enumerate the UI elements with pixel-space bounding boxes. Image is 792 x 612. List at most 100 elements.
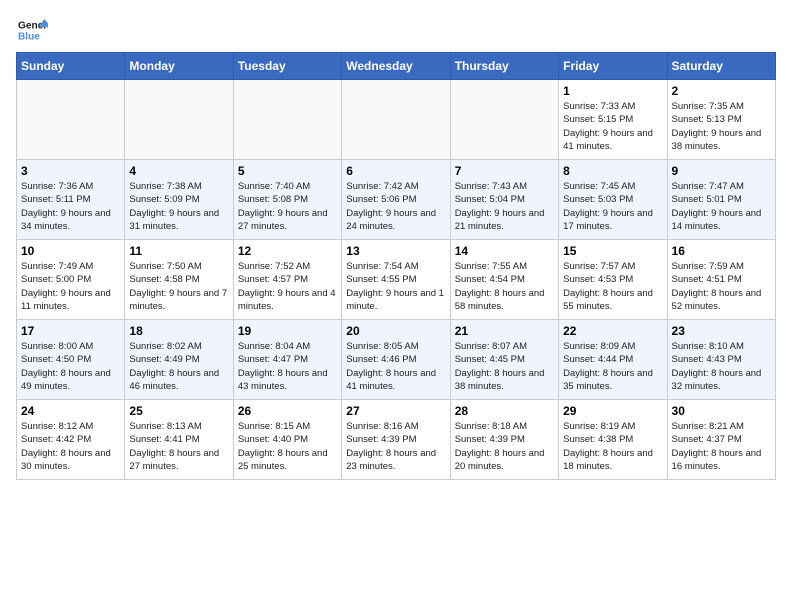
svg-text:Blue: Blue: [18, 31, 40, 42]
day-info: Sunrise: 8:19 AM Sunset: 4:38 PM Dayligh…: [563, 420, 662, 473]
day-info: Sunrise: 7:42 AM Sunset: 5:06 PM Dayligh…: [346, 180, 445, 233]
day-number: 29: [563, 404, 662, 418]
day-info: Sunrise: 7:54 AM Sunset: 4:55 PM Dayligh…: [346, 260, 445, 313]
day-info: Sunrise: 7:35 AM Sunset: 5:13 PM Dayligh…: [672, 100, 771, 153]
calendar-cell: 10 Sunrise: 7:49 AM Sunset: 5:00 PM Dayli…: [17, 240, 125, 320]
day-info: Sunrise: 8:05 AM Sunset: 4:46 PM Dayligh…: [346, 340, 445, 393]
calendar-cell: 23Sunrise: 8:10 AM Sunset: 4:43 PM Dayli…: [667, 320, 775, 400]
day-info: Sunrise: 8:15 AM Sunset: 4:40 PM Dayligh…: [238, 420, 337, 473]
day-number: 26: [238, 404, 337, 418]
day-number: 27: [346, 404, 445, 418]
day-number: 8: [563, 164, 662, 178]
day-number: 24: [21, 404, 120, 418]
day-info: Sunrise: 8:13 AM Sunset: 4:41 PM Dayligh…: [129, 420, 228, 473]
day-number: 17: [21, 324, 120, 338]
weekday-monday: Monday: [125, 53, 233, 80]
calendar-cell: 28 Sunrise: 8:18 AM Sunset: 4:39 PM Dayli…: [450, 400, 558, 480]
calendar-cell: [342, 80, 450, 160]
day-number: 20: [346, 324, 445, 338]
calendar-cell: 12 Sunrise: 7:52 AM Sunset: 4:57 PM Dayli…: [233, 240, 341, 320]
calendar-cell: 13 Sunrise: 7:54 AM Sunset: 4:55 PM Dayli…: [342, 240, 450, 320]
week-row-2: 3Sunrise: 7:36 AM Sunset: 5:11 PM Daylig…: [17, 160, 776, 240]
day-number: 7: [455, 164, 554, 178]
weekday-wednesday: Wednesday: [342, 53, 450, 80]
day-info: Sunrise: 8:10 AM Sunset: 4:43 PM Dayligh…: [672, 340, 771, 393]
day-number: 21: [455, 324, 554, 338]
day-info: Sunrise: 7:33 AM Sunset: 5:15 PM Dayligh…: [563, 100, 662, 153]
calendar-cell: 15 Sunrise: 7:57 AM Sunset: 4:53 PM Dayli…: [559, 240, 667, 320]
logo-icon: General Blue: [16, 16, 48, 44]
calendar-cell: 19 Sunrise: 8:04 AM Sunset: 4:47 PM Dayli…: [233, 320, 341, 400]
calendar-cell: [17, 80, 125, 160]
calendar-cell: 9 Sunrise: 7:47 AM Sunset: 5:01 PM Daylig…: [667, 160, 775, 240]
day-info: Sunrise: 7:40 AM Sunset: 5:08 PM Dayligh…: [238, 180, 337, 233]
day-number: 25: [129, 404, 228, 418]
calendar-cell: 4Sunrise: 7:38 AM Sunset: 5:09 PM Daylig…: [125, 160, 233, 240]
calendar-cell: 3Sunrise: 7:36 AM Sunset: 5:11 PM Daylig…: [17, 160, 125, 240]
day-info: Sunrise: 7:57 AM Sunset: 4:53 PM Dayligh…: [563, 260, 662, 313]
day-number: 11: [129, 244, 228, 258]
day-info: Sunrise: 7:47 AM Sunset: 5:01 PM Dayligh…: [672, 180, 771, 233]
day-number: 28: [455, 404, 554, 418]
day-info: Sunrise: 8:02 AM Sunset: 4:49 PM Dayligh…: [129, 340, 228, 393]
calendar-cell: 1Sunrise: 7:33 AM Sunset: 5:15 PM Daylig…: [559, 80, 667, 160]
day-info: Sunrise: 8:16 AM Sunset: 4:39 PM Dayligh…: [346, 420, 445, 473]
day-info: Sunrise: 7:55 AM Sunset: 4:54 PM Dayligh…: [455, 260, 554, 313]
calendar-cell: 24 Sunrise: 8:12 AM Sunset: 4:42 PM Dayli…: [17, 400, 125, 480]
day-info: Sunrise: 7:45 AM Sunset: 5:03 PM Dayligh…: [563, 180, 662, 233]
day-info: Sunrise: 8:04 AM Sunset: 4:47 PM Dayligh…: [238, 340, 337, 393]
calendar-cell: 18 Sunrise: 8:02 AM Sunset: 4:49 PM Dayli…: [125, 320, 233, 400]
logo: General Blue: [16, 16, 52, 44]
calendar-cell: 27 Sunrise: 8:16 AM Sunset: 4:39 PM Dayli…: [342, 400, 450, 480]
calendar-cell: 5 Sunrise: 7:40 AM Sunset: 5:08 PM Daylig…: [233, 160, 341, 240]
weekday-thursday: Thursday: [450, 53, 558, 80]
day-number: 19: [238, 324, 337, 338]
day-number: 5: [238, 164, 337, 178]
day-number: 16: [672, 244, 771, 258]
day-info: Sunrise: 8:09 AM Sunset: 4:44 PM Dayligh…: [563, 340, 662, 393]
week-row-3: 10 Sunrise: 7:49 AM Sunset: 5:00 PM Dayli…: [17, 240, 776, 320]
day-info: Sunrise: 8:12 AM Sunset: 4:42 PM Dayligh…: [21, 420, 120, 473]
calendar-cell: [125, 80, 233, 160]
week-row-1: 1Sunrise: 7:33 AM Sunset: 5:15 PM Daylig…: [17, 80, 776, 160]
calendar-cell: 16 Sunrise: 7:59 AM Sunset: 4:51 PM Dayli…: [667, 240, 775, 320]
week-row-4: 17Sunrise: 8:00 AM Sunset: 4:50 PM Dayli…: [17, 320, 776, 400]
calendar-cell: 29 Sunrise: 8:19 AM Sunset: 4:38 PM Dayli…: [559, 400, 667, 480]
day-number: 18: [129, 324, 228, 338]
page-header: General Blue: [16, 16, 776, 44]
day-info: Sunrise: 8:18 AM Sunset: 4:39 PM Dayligh…: [455, 420, 554, 473]
day-info: Sunrise: 7:59 AM Sunset: 4:51 PM Dayligh…: [672, 260, 771, 313]
calendar-cell: 2 Sunrise: 7:35 AM Sunset: 5:13 PM Daylig…: [667, 80, 775, 160]
day-number: 22: [563, 324, 662, 338]
day-info: Sunrise: 8:21 AM Sunset: 4:37 PM Dayligh…: [672, 420, 771, 473]
day-number: 9: [672, 164, 771, 178]
calendar-cell: 22 Sunrise: 8:09 AM Sunset: 4:44 PM Dayli…: [559, 320, 667, 400]
calendar-body: 1Sunrise: 7:33 AM Sunset: 5:15 PM Daylig…: [17, 80, 776, 480]
day-info: Sunrise: 7:49 AM Sunset: 5:00 PM Dayligh…: [21, 260, 120, 313]
calendar-cell: 20 Sunrise: 8:05 AM Sunset: 4:46 PM Dayli…: [342, 320, 450, 400]
day-number: 10: [21, 244, 120, 258]
day-info: Sunrise: 7:43 AM Sunset: 5:04 PM Dayligh…: [455, 180, 554, 233]
weekday-saturday: Saturday: [667, 53, 775, 80]
calendar-cell: 30 Sunrise: 8:21 AM Sunset: 4:37 PM Dayli…: [667, 400, 775, 480]
day-number: 13: [346, 244, 445, 258]
day-number: 12: [238, 244, 337, 258]
day-number: 3: [21, 164, 120, 178]
calendar-table: SundayMondayTuesdayWednesdayThursdayFrid…: [16, 52, 776, 480]
day-number: 14: [455, 244, 554, 258]
weekday-friday: Friday: [559, 53, 667, 80]
calendar-cell: [233, 80, 341, 160]
calendar-cell: 7 Sunrise: 7:43 AM Sunset: 5:04 PM Daylig…: [450, 160, 558, 240]
day-info: Sunrise: 7:52 AM Sunset: 4:57 PM Dayligh…: [238, 260, 337, 313]
calendar-cell: [450, 80, 558, 160]
calendar-cell: 21Sunrise: 8:07 AM Sunset: 4:45 PM Dayli…: [450, 320, 558, 400]
day-number: 15: [563, 244, 662, 258]
week-row-5: 24 Sunrise: 8:12 AM Sunset: 4:42 PM Dayli…: [17, 400, 776, 480]
day-number: 2: [672, 84, 771, 98]
calendar-cell: 17Sunrise: 8:00 AM Sunset: 4:50 PM Dayli…: [17, 320, 125, 400]
day-number: 6: [346, 164, 445, 178]
calendar-cell: 26 Sunrise: 8:15 AM Sunset: 4:40 PM Dayli…: [233, 400, 341, 480]
calendar-cell: 25 Sunrise: 8:13 AM Sunset: 4:41 PM Dayli…: [125, 400, 233, 480]
day-number: 30: [672, 404, 771, 418]
calendar-cell: 6 Sunrise: 7:42 AM Sunset: 5:06 PM Daylig…: [342, 160, 450, 240]
